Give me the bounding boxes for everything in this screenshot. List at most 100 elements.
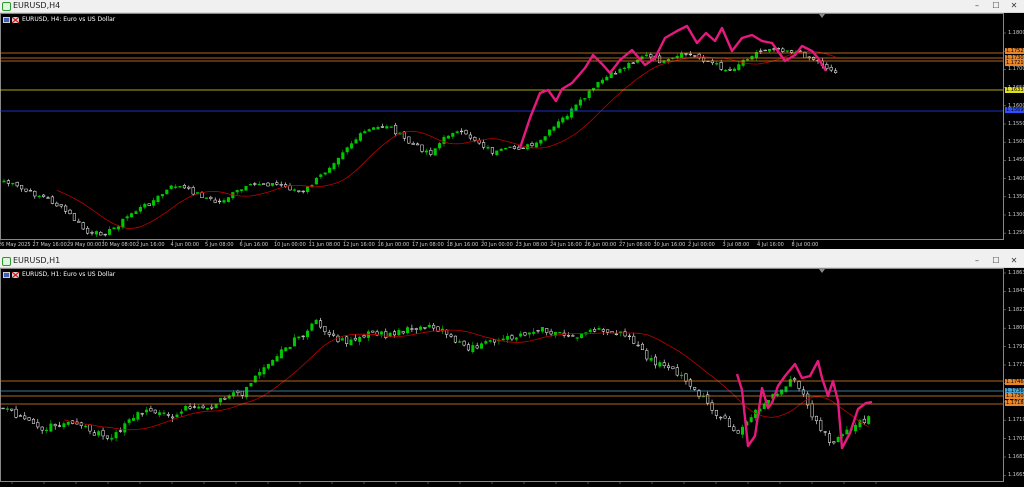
minimize-button[interactable]: – (970, 0, 984, 12)
candle (719, 416, 723, 421)
candle (130, 212, 134, 218)
candle (62, 421, 66, 430)
candle (214, 403, 218, 409)
candle (728, 66, 732, 72)
symbol-description: EURUSD, H1: Euro vs US Dollar (22, 271, 116, 278)
candle (693, 386, 697, 391)
candle (284, 347, 288, 352)
time-axis-label: 2 Jun 16:00 (136, 242, 165, 248)
candle (540, 327, 544, 334)
time-axis-label: 12 Jun 16:00 (343, 242, 375, 248)
candle (823, 430, 827, 436)
candle (46, 196, 50, 199)
drawn-pattern-line[interactable] (518, 24, 828, 149)
close-button[interactable]: ✕ (1007, 0, 1021, 12)
candle (31, 417, 35, 424)
chart-shift-marker (819, 269, 825, 273)
candle (353, 334, 357, 342)
candle (152, 197, 156, 208)
candle (754, 50, 758, 61)
candle (134, 209, 138, 215)
candle (160, 194, 164, 199)
candle (812, 56, 816, 61)
candle (358, 335, 362, 346)
candle (645, 348, 649, 362)
candle (484, 339, 488, 345)
candle (793, 376, 797, 383)
minimize-icon: – (975, 256, 979, 265)
time-axis-label: 4 Jul 16:00 (757, 242, 784, 248)
candle (45, 427, 48, 434)
maximize-button[interactable]: ☐ (989, 0, 1003, 12)
candle (834, 68, 838, 74)
candle (271, 359, 275, 366)
price-axis-label: 1.15500 (1008, 121, 1024, 127)
candle (574, 104, 578, 111)
window-titlebar-h4[interactable]: EURUSD,H4 – ☐ ✕ (0, 0, 1024, 13)
candle (143, 202, 147, 210)
candle (227, 394, 231, 400)
candle (204, 197, 208, 199)
candle (527, 332, 531, 338)
time-axis-label: 24 Jun 16:00 (550, 242, 582, 248)
time-axis-label: 8 Jul 00:00 (791, 242, 819, 248)
candle (136, 411, 140, 422)
time-axis-label: 4 Jun 00:00 (170, 242, 200, 248)
candle (567, 332, 570, 338)
candle (92, 429, 96, 436)
candle (433, 148, 437, 156)
candle (179, 408, 183, 417)
candle (184, 405, 188, 411)
plot-frame (0, 13, 1004, 240)
candle (306, 186, 310, 194)
candle (253, 182, 257, 187)
candle (79, 421, 83, 429)
drawn-pattern-line[interactable] (735, 359, 873, 450)
candle (575, 337, 579, 342)
candle (232, 390, 236, 399)
window-titlebar-h1[interactable]: EURUSD,H1 – ☐ ✕ (0, 255, 1024, 268)
candle (94, 230, 98, 238)
candle (558, 331, 562, 334)
candle (18, 414, 22, 417)
close-icon: ✕ (1010, 1, 1018, 10)
candle (245, 386, 249, 400)
candle (77, 218, 81, 223)
price-chart-h4[interactable]: EURUSD, H4: Euro vs US Dollar 1.18000 1.17… (0, 13, 1024, 249)
candle (145, 406, 149, 416)
candle (749, 414, 753, 424)
candle (240, 189, 244, 193)
candle (455, 130, 459, 134)
candle (397, 327, 401, 336)
candle (314, 318, 318, 325)
close-button[interactable]: ✕ (1007, 255, 1021, 267)
price-axis-label: 1.18630 (1008, 270, 1024, 276)
maximize-button[interactable]: ☐ (989, 255, 1003, 267)
candle (675, 53, 679, 60)
candle (275, 180, 279, 186)
chart-window-h4: EURUSD,H4 – ☐ ✕ EURUSD, H4: Euro vs US D… (0, 0, 1024, 249)
candle (366, 329, 370, 342)
candle (108, 226, 112, 236)
candle (606, 329, 610, 336)
candle (6, 179, 10, 187)
candle (819, 417, 823, 433)
candle (162, 410, 166, 416)
candle (723, 413, 727, 419)
candle (451, 132, 455, 139)
price-tag: 1.17210 (1005, 60, 1024, 66)
candle (270, 182, 274, 187)
candle (596, 81, 600, 90)
candle (458, 339, 462, 343)
candle (175, 412, 179, 418)
moving-average-line (63, 329, 869, 431)
minimize-button[interactable]: – (970, 255, 984, 267)
candle (736, 429, 740, 434)
candle (213, 197, 217, 204)
time-axis-label: 5 Jun 08:00 (205, 242, 234, 248)
candle (858, 418, 862, 430)
candle (306, 329, 309, 340)
candle (701, 393, 705, 398)
price-chart-h1[interactable]: EURUSD, H1: Euro vs US Dollar 1.18630 1.18… (0, 268, 1024, 487)
candle (565, 114, 569, 121)
